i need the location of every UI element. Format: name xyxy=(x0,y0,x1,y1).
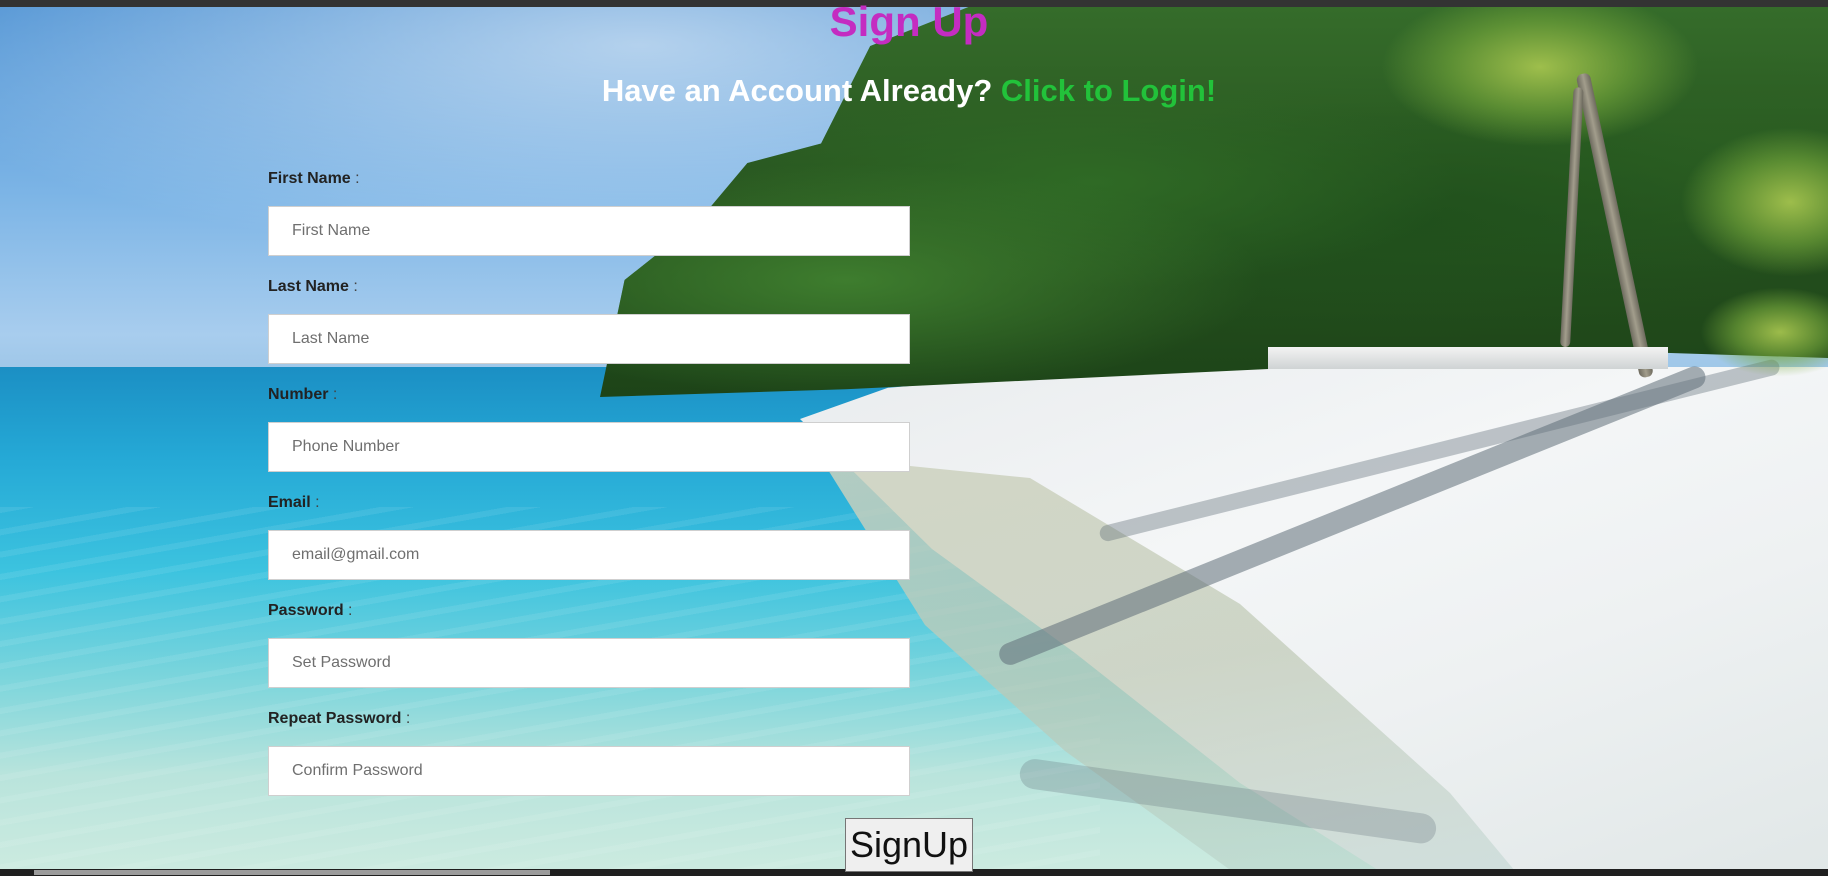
label-separator: : xyxy=(405,710,411,727)
repeat-password-group: Repeat Password : xyxy=(268,704,910,812)
email-label-text: Email xyxy=(268,494,311,511)
login-prompt-text: Have an Account Already? xyxy=(601,73,993,108)
number-label: Number : xyxy=(268,386,337,404)
label-separator: : xyxy=(332,386,338,403)
label-separator: : xyxy=(355,170,360,187)
phone-number-input[interactable] xyxy=(268,422,910,472)
last-name-label: Last Name : xyxy=(268,278,358,296)
email-label: Email : xyxy=(268,494,320,512)
last-name-group: Last Name : xyxy=(268,272,910,380)
number-group: Number : xyxy=(268,380,910,488)
repeat-password-label-text: Repeat Password xyxy=(268,710,402,727)
repeat-password-label: Repeat Password : xyxy=(268,710,410,728)
password-label: Password : xyxy=(268,602,353,620)
password-label-text: Password xyxy=(268,602,344,619)
password-input[interactable] xyxy=(268,638,910,688)
login-prompt: Have an Account Already? Click to Login! xyxy=(0,70,1818,112)
password-group: Password : xyxy=(268,596,910,704)
first-name-label: First Name : xyxy=(268,170,360,188)
beach-wall xyxy=(1268,347,1668,369)
signup-button[interactable]: SignUp xyxy=(845,818,973,872)
signup-form: First Name : Last Name : Number : Email … xyxy=(268,164,910,812)
first-name-group: First Name : xyxy=(268,164,910,272)
repeat-password-input[interactable] xyxy=(268,746,910,796)
last-name-label-text: Last Name xyxy=(268,278,349,295)
first-name-input[interactable] xyxy=(268,206,910,256)
login-link[interactable]: Click to Login! xyxy=(1001,73,1216,108)
page-title: Sign Up xyxy=(829,0,989,45)
label-separator: : xyxy=(353,278,358,295)
first-name-label-text: First Name xyxy=(268,170,351,187)
label-separator: : xyxy=(315,494,320,511)
label-separator: : xyxy=(348,602,353,619)
email-group: Email : xyxy=(268,488,910,596)
email-input[interactable] xyxy=(268,530,910,580)
page-viewport: Sign Up Have an Account Already? Click t… xyxy=(0,0,1828,876)
number-label-text: Number xyxy=(268,386,329,403)
scrollbar-thumb[interactable] xyxy=(34,870,550,875)
last-name-input[interactable] xyxy=(268,314,910,364)
